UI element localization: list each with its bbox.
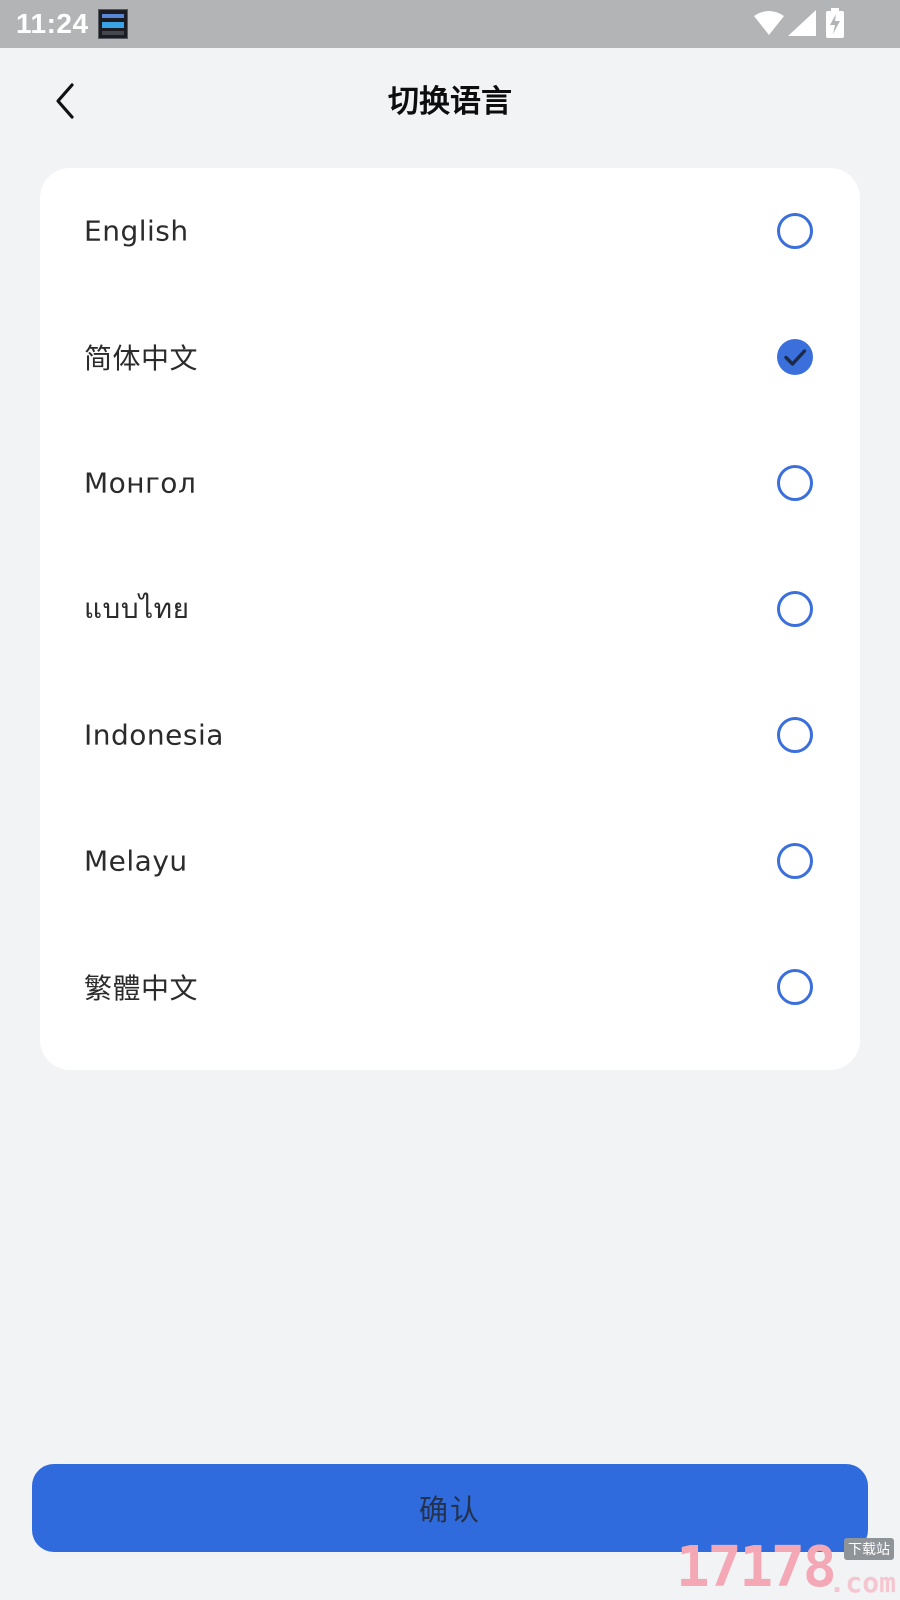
watermark-digits: 17178 <box>676 1535 837 1600</box>
language-label: แบบไทย <box>84 592 190 625</box>
language-option-malay[interactable]: Melayu <box>40 798 860 924</box>
radio-unchecked-icon[interactable] <box>777 717 813 753</box>
signal-icon <box>788 10 816 36</box>
language-option-simplified-chinese[interactable]: 简体中文 <box>40 294 860 420</box>
watermark-suffix: .com <box>828 1566 896 1599</box>
language-list: English 简体中文 Монгол แบบไทย Indonesia Mel… <box>40 168 860 1070</box>
app-notification-icon <box>98 9 128 39</box>
watermark-logo: 17178 下载站 .com <box>676 1536 900 1600</box>
language-option-traditional-chinese[interactable]: 繁體中文 <box>40 924 860 1050</box>
language-label: English <box>84 214 189 248</box>
battery-charging-icon <box>826 8 844 38</box>
checkmark-icon <box>784 349 807 366</box>
status-time: 11:24 <box>16 8 89 39</box>
radio-unchecked-icon[interactable] <box>777 843 813 879</box>
language-option-english[interactable]: English <box>40 168 860 294</box>
watermark-site-label: 下载站 <box>844 1538 894 1560</box>
language-label: 简体中文 <box>84 342 199 375</box>
language-option-mongolian[interactable]: Монгол <box>40 420 860 546</box>
radio-unchecked-icon[interactable] <box>777 465 813 501</box>
wifi-icon <box>754 11 784 35</box>
page-title: 切换语言 <box>388 84 512 120</box>
language-label: Indonesia <box>84 718 224 752</box>
language-option-thai[interactable]: แบบไทย <box>40 546 860 672</box>
radio-unchecked-icon[interactable] <box>777 969 813 1005</box>
language-label: 繁體中文 <box>84 972 199 1005</box>
radio-unchecked-icon[interactable] <box>777 213 813 249</box>
language-label: Melayu <box>84 844 188 878</box>
status-bar: 11:24 <box>0 0 900 48</box>
header: 切换语言 <box>0 48 900 164</box>
radio-checked-icon[interactable] <box>777 339 813 375</box>
language-label: Монгол <box>84 466 197 500</box>
language-option-indonesian[interactable]: Indonesia <box>40 672 860 798</box>
radio-unchecked-icon[interactable] <box>777 591 813 627</box>
